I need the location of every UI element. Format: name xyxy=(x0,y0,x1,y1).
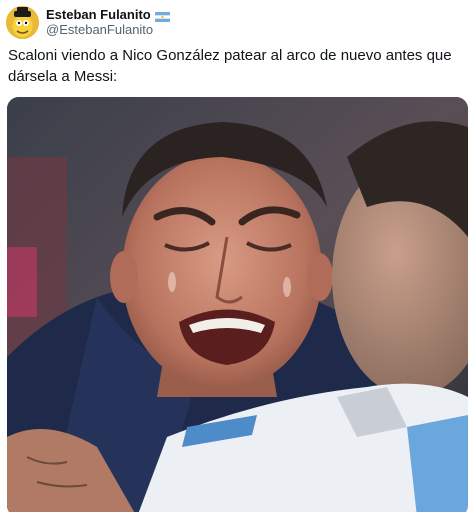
author-names: Esteban Fulanito @EstebanFulanito xyxy=(46,6,170,38)
tweet-header: Esteban Fulanito @EstebanFulanito xyxy=(6,3,170,41)
cartoon-avatar-icon xyxy=(6,5,39,39)
tweet-text: Scaloni viendo a Nico González patear al… xyxy=(8,47,456,85)
argentina-flag-icon xyxy=(154,9,170,22)
crying-coach-photo xyxy=(7,97,468,512)
avatar[interactable] xyxy=(6,5,39,39)
tweet-media[interactable] xyxy=(7,97,468,512)
author-display-name[interactable]: Esteban Fulanito xyxy=(46,7,151,22)
author-handle[interactable]: @EstebanFulanito xyxy=(46,22,170,38)
tweet-card[interactable]: Esteban Fulanito @EstebanFulanito Scalon… xyxy=(0,0,474,512)
